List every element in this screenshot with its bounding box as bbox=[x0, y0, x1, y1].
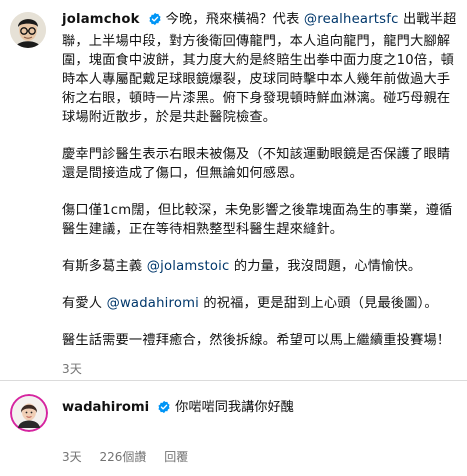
avatar-portrait-icon bbox=[10, 12, 46, 48]
divider bbox=[0, 380, 467, 381]
comment-text: 你啱啱同我講你好醜 bbox=[175, 400, 294, 415]
caption-paragraph-2: 慶幸門診醫生表示右眼未被傷及（不知該運動眼鏡是否保護了眼睛還是間接造成了傷口，但… bbox=[62, 147, 451, 181]
comment-meta: 3天 226個讚 回覆 bbox=[62, 448, 202, 465]
caption-paragraph-3: 傷口僅1cm闊，但比較深，未免影響之後靠塊面為生的事業，遵循醫生建議，正在等待相… bbox=[62, 203, 453, 237]
verified-badge-icon bbox=[157, 400, 171, 420]
comment-timestamp[interactable]: 3天 bbox=[62, 450, 82, 464]
post-username[interactable]: jolamchok bbox=[62, 12, 140, 27]
caption-content: jolamchok 今晚，飛來橫禍？代表 @realheartsfc 出戰半超聯，… bbox=[62, 10, 460, 379]
caption-paragraph-1: jolamchok 今晚，飛來橫禍？代表 @realheartsfc 出戰半超聯，… bbox=[62, 10, 460, 127]
avatar-portrait-icon bbox=[10, 394, 48, 432]
comment-likes-count[interactable]: 226個讚 bbox=[99, 450, 146, 464]
caption-paragraph-4: 有斯多葛主義 @jolamstoic 的力量，我沒問題，心情愉快。 bbox=[62, 257, 460, 276]
caption-text-1b: 出戰半超聯，上半場中段，對方後衛回傳龍門，本人追向龍門，龍門大腳解圍，塊面食中波… bbox=[62, 12, 457, 125]
caption-text-1a: 今晚，飛來橫禍？代表 bbox=[165, 12, 304, 27]
caption-paragraph-5: 有愛人 @wadahiromi 的祝福，更是甜到上心頭（見最後圖）。 bbox=[62, 294, 460, 313]
comment-username[interactable]: wadahiromi bbox=[62, 400, 149, 415]
caption-text-4a: 有斯多葛主義 bbox=[62, 259, 147, 274]
mention-jolamstoic[interactable]: @jolamstoic bbox=[147, 259, 230, 274]
mention-realheartsfc[interactable]: @realheartsfc bbox=[304, 12, 399, 27]
post-timestamp[interactable]: 3天 bbox=[62, 360, 460, 379]
mention-wadahiromi[interactable]: @wadahiromi bbox=[107, 296, 199, 311]
instagram-post-caption: jolamchok 今晚，飛來橫禍？代表 @realheartsfc 出戰半超聯，… bbox=[0, 0, 467, 476]
caption-text-4b: 的力量，我沒問題，心情愉快。 bbox=[229, 259, 422, 274]
caption-text-5b: 的祝福，更是甜到上心頭（見最後圖）。 bbox=[199, 296, 438, 311]
comment-reply-button[interactable]: 回覆 bbox=[164, 450, 188, 464]
verified-badge-icon bbox=[148, 12, 162, 32]
comment-content: wadahiromi 你啱啱同我講你好醜 bbox=[62, 398, 460, 420]
user-avatar-jolamchok[interactable] bbox=[10, 12, 46, 48]
caption-paragraph-6: 醫生話需要一禮拜癒合，然後拆線。希望可以馬上繼續重投賽場！ bbox=[62, 333, 451, 348]
caption-text-5a: 有愛人 bbox=[62, 296, 107, 311]
user-avatar-wadahiromi[interactable] bbox=[10, 394, 48, 432]
